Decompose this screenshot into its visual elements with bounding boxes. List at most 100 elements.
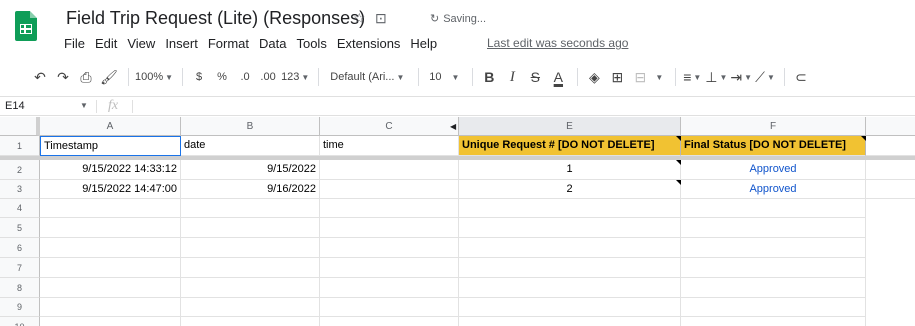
more-formats-button[interactable]: 123 ▼: [281, 66, 309, 88]
table-cell[interactable]: [459, 258, 681, 278]
table-cell[interactable]: Timestamp: [40, 136, 181, 156]
row-header[interactable]: 6: [0, 238, 40, 258]
row-header[interactable]: 5: [0, 218, 40, 238]
paint-format-icon[interactable]: 🖌︎: [99, 66, 119, 88]
table-cell[interactable]: [681, 258, 866, 278]
table-cell[interactable]: [181, 298, 320, 317]
table-cell[interactable]: [40, 258, 181, 278]
table-cell[interactable]: [40, 278, 181, 298]
table-cell[interactable]: [459, 278, 681, 298]
table-cell[interactable]: [459, 218, 681, 238]
menu-edit[interactable]: Edit: [90, 35, 122, 55]
row-header[interactable]: 9: [0, 298, 40, 317]
table-cell[interactable]: [681, 199, 866, 218]
star-icon[interactable]: ☆: [353, 10, 366, 27]
table-cell[interactable]: 2: [459, 180, 681, 199]
table-cell[interactable]: time: [320, 136, 459, 156]
row-header[interactable]: 3: [0, 180, 40, 199]
redo-icon[interactable]: ↷: [53, 66, 73, 88]
table-cell[interactable]: [320, 180, 459, 199]
print-icon[interactable]: ⎙: [76, 66, 96, 88]
merge-cells-icon[interactable]: ⊟: [630, 66, 650, 88]
row-header[interactable]: 4: [0, 199, 40, 218]
table-cell[interactable]: [320, 199, 459, 218]
table-cell[interactable]: 9/15/2022 14:47:00: [40, 180, 181, 199]
table-cell[interactable]: [681, 317, 866, 326]
select-all-corner[interactable]: [0, 117, 40, 136]
text-rotation-icon[interactable]: ⟋ ▼: [755, 66, 775, 88]
menu-format[interactable]: Format: [203, 35, 254, 55]
table-cell[interactable]: [320, 218, 459, 238]
sheets-logo-icon[interactable]: [15, 11, 37, 41]
fill-color-icon[interactable]: ◈: [584, 66, 604, 88]
menu-data[interactable]: Data: [254, 35, 291, 55]
table-cell[interactable]: [320, 317, 459, 326]
menu-help[interactable]: Help: [405, 35, 442, 55]
strikethrough-button[interactable]: S: [525, 66, 545, 88]
font-size-select[interactable]: 10 ▼: [425, 66, 463, 88]
row-header[interactable]: 10: [0, 317, 40, 326]
document-title[interactable]: Field Trip Request (Lite) (Responses): [66, 8, 365, 29]
column-header-b[interactable]: B: [181, 117, 320, 136]
table-cell[interactable]: [320, 258, 459, 278]
table-cell[interactable]: 9/15/2022: [181, 160, 320, 180]
menu-view[interactable]: View: [122, 35, 160, 55]
table-cell[interactable]: Approved: [681, 180, 866, 199]
increase-decimal-button[interactable]: .00: [258, 66, 278, 88]
table-cell[interactable]: 1: [459, 160, 681, 180]
move-folder-icon[interactable]: ⊡: [375, 10, 387, 27]
insert-link-icon[interactable]: ⊂: [791, 66, 811, 88]
table-cell[interactable]: [40, 238, 181, 258]
text-color-button[interactable]: A: [548, 66, 568, 88]
table-cell[interactable]: date: [181, 136, 320, 156]
vertical-align-icon[interactable]: ⊥ ▼: [705, 66, 727, 88]
table-cell[interactable]: [181, 317, 320, 326]
menu-tools[interactable]: Tools: [291, 35, 331, 55]
column-header-f[interactable]: F: [681, 117, 866, 136]
row-header[interactable]: 8: [0, 278, 40, 298]
table-cell[interactable]: [40, 218, 181, 238]
table-cell[interactable]: [459, 317, 681, 326]
table-cell[interactable]: [459, 238, 681, 258]
table-cell[interactable]: [681, 238, 866, 258]
table-cell[interactable]: [320, 298, 459, 317]
table-cell[interactable]: [866, 136, 915, 156]
table-cell[interactable]: [681, 278, 866, 298]
table-cell[interactable]: [181, 238, 320, 258]
table-cell[interactable]: 9/15/2022 14:33:12: [40, 160, 181, 180]
menu-insert[interactable]: Insert: [160, 35, 203, 55]
bold-button[interactable]: B: [479, 66, 499, 88]
table-cell[interactable]: [320, 238, 459, 258]
table-cell[interactable]: 9/16/2022: [181, 180, 320, 199]
undo-icon[interactable]: ↶: [30, 66, 50, 88]
table-cell[interactable]: Approved: [681, 160, 866, 180]
table-cell[interactable]: [181, 258, 320, 278]
column-header-e[interactable]: E: [459, 117, 681, 136]
menu-file[interactable]: File: [59, 35, 90, 55]
table-cell[interactable]: [181, 199, 320, 218]
table-cell[interactable]: [681, 298, 866, 317]
borders-icon[interactable]: ⊞: [607, 66, 627, 88]
italic-button[interactable]: I: [502, 66, 522, 88]
column-header-c[interactable]: C: [320, 117, 459, 136]
currency-button[interactable]: $: [189, 66, 209, 88]
table-cell[interactable]: [320, 278, 459, 298]
menu-extensions[interactable]: Extensions: [332, 35, 406, 55]
hidden-column-left-arrow-icon[interactable]: ◀: [450, 117, 456, 136]
column-header-g[interactable]: [866, 117, 915, 136]
table-cell[interactable]: [320, 160, 459, 180]
horizontal-align-icon[interactable]: ≡ ▼: [682, 66, 702, 88]
table-cell[interactable]: [459, 199, 681, 218]
chevron-down-icon[interactable]: ▼: [655, 73, 663, 82]
table-cell[interactable]: [40, 317, 181, 326]
table-cell[interactable]: [866, 180, 915, 199]
table-cell[interactable]: [866, 160, 915, 180]
table-cell[interactable]: [40, 298, 181, 317]
zoom-select[interactable]: 100% ▼: [135, 66, 173, 88]
chevron-down-icon[interactable]: ▼: [80, 101, 88, 110]
table-cell[interactable]: Final Status [DO NOT DELETE]: [681, 136, 866, 156]
column-header-a[interactable]: A: [40, 117, 181, 136]
table-cell[interactable]: [681, 218, 866, 238]
table-cell[interactable]: [40, 199, 181, 218]
last-edit-link[interactable]: Last edit was seconds ago: [487, 36, 628, 50]
